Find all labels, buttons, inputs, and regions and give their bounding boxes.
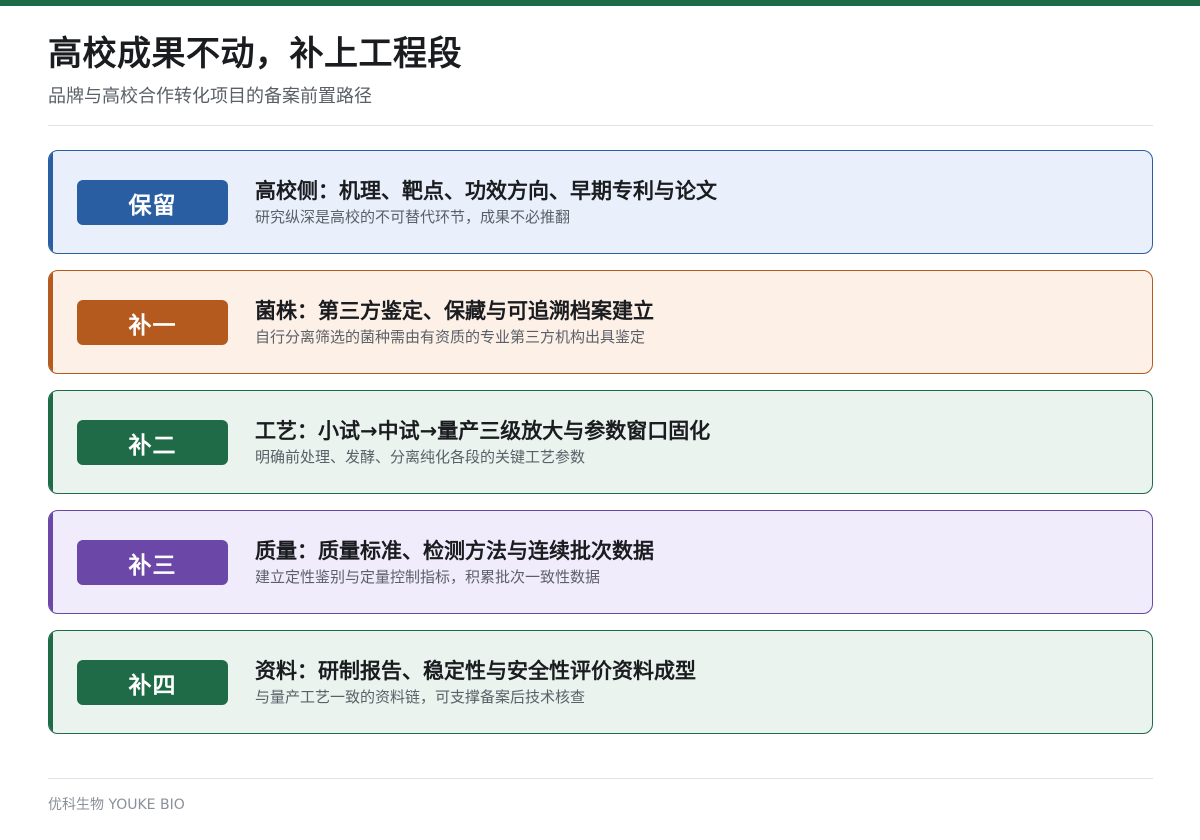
step-card-documents: 补四 资料：研制报告、稳定性与安全性评价资料成型 与量产工艺一致的资料链，可支撑… <box>48 630 1153 734</box>
step-accent-bar <box>49 511 53 613</box>
step-badge: 补三 <box>77 540 228 585</box>
step-badge: 保留 <box>77 180 228 225</box>
step-description: 明确前处理、发酵、分离纯化各段的关键工艺参数 <box>255 448 586 466</box>
step-description: 自行分离筛选的菌种需由有资质的专业第三方机构出具鉴定 <box>255 328 646 346</box>
step-badge: 补一 <box>77 300 228 345</box>
step-heading: 资料：研制报告、稳定性与安全性评价资料成型 <box>255 659 696 683</box>
page-title: 高校成果不动，补上工程段 <box>48 34 462 74</box>
step-description: 研究纵深是高校的不可替代环节，成果不必推翻 <box>255 208 571 226</box>
step-heading: 质量：质量标准、检测方法与连续批次数据 <box>255 539 654 563</box>
step-card-process: 补二 工艺：小试→中试→量产三级放大与参数窗口固化 明确前处理、发酵、分离纯化各… <box>48 390 1153 494</box>
step-list: 保留 高校侧：机理、靶点、功效方向、早期专利与论文 研究纵深是高校的不可替代环节… <box>48 150 1153 750</box>
step-accent-bar <box>49 631 53 733</box>
step-card-quality: 补三 质量：质量标准、检测方法与连续批次数据 建立定性鉴别与定量控制指标，积累批… <box>48 510 1153 614</box>
header-divider <box>48 125 1153 126</box>
step-badge: 补二 <box>77 420 228 465</box>
step-badge: 补四 <box>77 660 228 705</box>
step-heading: 高校侧：机理、靶点、功效方向、早期专利与论文 <box>255 179 717 203</box>
footer-brand: 优科生物 YOUKE BIO <box>48 797 185 813</box>
step-accent-bar <box>49 391 53 493</box>
step-accent-bar <box>49 271 53 373</box>
step-accent-bar <box>49 151 53 253</box>
page-subtitle: 品牌与高校合作转化项目的备案前置路径 <box>48 86 372 107</box>
step-description: 建立定性鉴别与定量控制指标，积累批次一致性数据 <box>255 568 601 586</box>
step-description: 与量产工艺一致的资料链，可支撑备案后技术核查 <box>255 688 586 706</box>
step-card-strain: 补一 菌株：第三方鉴定、保藏与可追溯档案建立 自行分离筛选的菌种需由有资质的专业… <box>48 270 1153 374</box>
footer-divider <box>48 778 1153 779</box>
step-heading: 菌株：第三方鉴定、保藏与可追溯档案建立 <box>255 299 654 323</box>
step-card-keep: 保留 高校侧：机理、靶点、功效方向、早期专利与论文 研究纵深是高校的不可替代环节… <box>48 150 1153 254</box>
step-heading: 工艺：小试→中试→量产三级放大与参数窗口固化 <box>255 419 711 443</box>
top-accent-bar <box>0 0 1200 6</box>
